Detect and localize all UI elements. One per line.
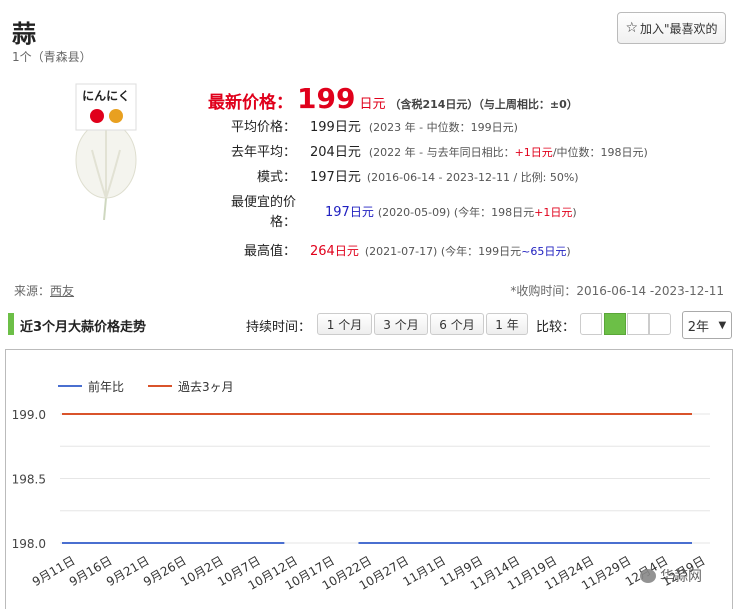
garlic-product-image: にんにく [70,80,142,221]
duration-label: 持续时间： [246,320,312,335]
duration-3-month-button[interactable]: 3 个月 [374,313,428,335]
compare-toggle-1[interactable] [580,313,602,335]
star-outline-icon: ☆ [625,20,639,36]
stat-note: (2023 年 - 中位数：199日元) [368,121,518,134]
source-label: 来源： [14,284,51,298]
stat-label: 平均价格： [230,120,296,135]
stat-note-tail: /中位数：198日元) [552,146,648,159]
stat-note: (2022 年 - 与去年同日相比： [368,146,515,159]
stat-change-positive: +1日元 [534,206,573,219]
stat-value: 199 [310,120,335,135]
stat-change-negative: ~65日元 [521,245,567,258]
collection-period: *收购时间：2016-06-14 -2023-12-11 [510,284,724,298]
latest-price-note: （含税214日元）（与上周相比：±0） [389,98,578,111]
compare-label: 比较： [536,320,576,335]
cheapest-price-label: 最便宜的价 格： [210,193,296,233]
latest-price-value: 199 [297,82,356,115]
source-line: 来源：西友 [14,282,74,299]
stat-value: 197 [310,170,335,185]
compare-toggle-2[interactable] [604,313,626,335]
last-year-average-row: 去年平均： 204 日元 (2022 年 - 与去年同日相比： +1日元 /中位… [210,141,648,160]
stat-value: 264 [310,244,335,259]
duration-1-month-button[interactable]: 1 个月 [317,313,372,335]
range-select-value: 2年 [687,319,710,335]
highest-price-row: 最高值： 264 日元 (2021-07-17) (今年：199日元 ~65日元… [210,240,571,259]
y-tick-label: 199.0 [12,408,46,422]
section-marker [8,313,14,335]
duration-6-month-button[interactable]: 6 个月 [430,313,484,335]
stat-note-tail: ) [572,206,577,219]
stat-label: 模式： [256,170,296,185]
stat-note: (2020-05-09) (今年：198日元 [377,206,535,219]
price-trend-chart: 199.0 198.5 198.0 前年比 過去3ヶ月 9月11日 9月16日 9月21日 9月… [5,349,733,609]
watermark-text: 华蒜网 [660,569,702,585]
source-link[interactable]: 西友 [50,284,74,298]
average-price-row: 平均价格： 199 日元 (2023 年 - 中位数：199日元) [210,116,518,135]
stat-note-tail: ) [566,245,571,258]
compare-toggle-4[interactable] [649,313,671,335]
stat-value: 197 [325,205,350,220]
mode-row: 模式： 197 日元 (2016-06-14 - 2023-12-11 / 比例… [210,166,579,185]
stat-label-line1: 最便宜的价 [230,195,296,210]
legend-label: 過去3ヶ月 [178,380,234,394]
watermark: 华蒜网 [640,566,702,586]
latest-price-label: 最新价格： [208,93,293,113]
range-select[interactable]: 2年 ▼ [682,311,732,339]
stat-note: (2021-07-17) (今年：199日元 [364,245,522,258]
chevron-down-icon: ▼ [718,319,727,331]
cheapest-price-row: 197 日元 (2020-05-09) (今年：198日元 +1日元 ) [310,203,577,220]
stat-unit: 日元 [334,120,361,135]
duration-1-year-button[interactable]: 1 年 [486,313,528,335]
compare-toggle-3[interactable] [627,313,649,335]
add-favorite-label: 加入"最喜欢的 [640,21,718,36]
page-title: 蒜 [12,20,36,48]
latest-price-unit: 日元 [359,97,386,112]
product-label-text: にんにく [82,89,130,103]
stat-unit: 日元 [334,170,361,185]
stat-label-line2: 格： [269,215,296,230]
chart-svg: 199.0198.5198.0前年比 過去3ヶ月9月11日9月16日9月21日9月… [12,379,710,593]
wechat-icon [640,569,656,583]
stat-label: 最高值： [243,244,296,259]
stat-label: 去年平均： [230,145,296,160]
y-tick-label: 198.5 [12,473,46,487]
legend-label: 前年比 [88,379,124,394]
stat-note: (2016-06-14 - 2023-12-11 / 比例: 50%) [366,171,579,184]
stat-change-positive: +1日元 [514,146,553,159]
stat-value: 204 [310,145,335,160]
section-title: 近3个月大蒜价格走势 [20,320,147,335]
stat-unit: 日元 [334,145,361,160]
stat-unit: 日元 [334,244,359,258]
add-favorite-button[interactable]: ☆ 加入"最喜欢的 [617,12,726,44]
product-subtitle: 1个（青森县） [12,50,92,64]
latest-price-row: 最新价格： 199 日元 （含税214日元）（与上周相比：±0） [208,82,578,115]
stat-unit: 日元 [349,205,374,219]
y-tick-label: 198.0 [12,537,46,551]
